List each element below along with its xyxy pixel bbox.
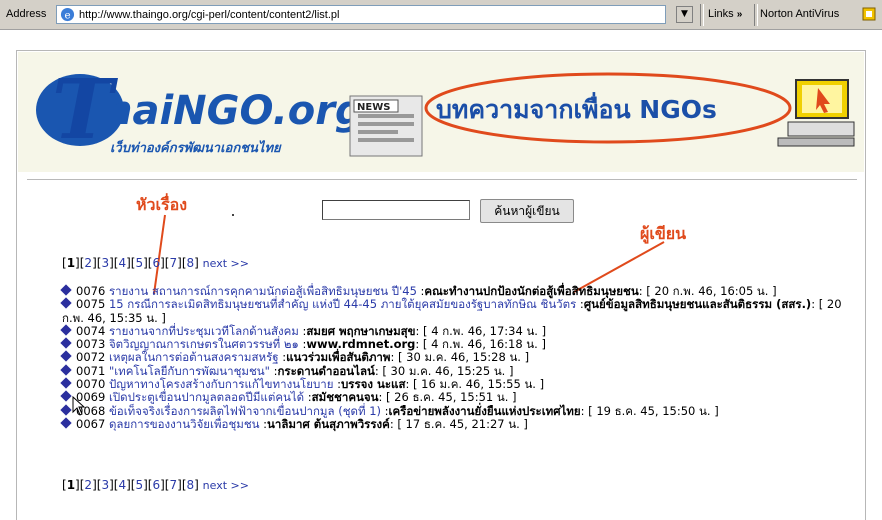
address-label: Address [6, 8, 47, 20]
article-date: 4 ก.พ. 46, 17:34 น. [431, 323, 538, 338]
list-item: 0069 เปิดประตูเขื่อนปากมูลตลอดปีมีแต่คนไ… [60, 390, 852, 405]
pager-link-4[interactable]: 4 [118, 256, 126, 270]
article-author: คณะทำงานปกป้องนักต่อสู้เพื่อสิทธิมนุษยชน [424, 284, 639, 298]
annotation-title-label: หัวเรื่อง [136, 195, 188, 214]
pager-link-7[interactable]: 7 [170, 256, 178, 270]
pager-link-8[interactable]: 8 [187, 256, 195, 270]
pager-link-5[interactable]: 5 [135, 478, 143, 492]
article-author: สมัชชาคนจน [311, 390, 379, 405]
article-date: 30 ม.ค. 46, 15:28 น. [406, 350, 521, 365]
pager-link-6[interactable]: 6 [152, 478, 160, 492]
bullet-diamond-icon [60, 297, 72, 309]
pager-current-page: 1 [66, 256, 76, 270]
article-title-link[interactable]: 15 กรณีการละเมิดสิทธิมนุษยชนที่สำคัญ แห่… [109, 297, 576, 311]
article-author: นาลิมาศ ต้นสุภาพวิรรงค์ [267, 416, 390, 431]
pager-link-4[interactable]: 4 [118, 478, 126, 492]
article-title-link[interactable]: รายงาน สถานการณ์การคุกคามนักต่อสู้เพื่อส… [109, 284, 417, 298]
pager-link-3[interactable]: 3 [101, 478, 109, 492]
pager-link-6[interactable]: 6 [152, 256, 160, 270]
author-search-input[interactable] [322, 200, 470, 220]
list-item: 0067 ดุลยการของงานวิจัยเพื่อชุมชน :นาลิม… [60, 416, 852, 431]
article-date: 26 ธ.ค. 45, 15:51 น. [394, 390, 509, 405]
ie-page-icon: e [60, 7, 75, 21]
links-label: Links [708, 8, 734, 20]
article-author: เครือข่ายพลังงานยั่งยืนแห่งประเทศไทย [388, 403, 581, 418]
article-title-link[interactable]: เปิดประตูเขื่อนปากมูลตลอดปีมีแต่คนได้ [109, 390, 304, 404]
address-input[interactable]: e http://www.thaingo.org/cgi-perl/conten… [56, 5, 666, 24]
bullet-diamond-icon [60, 364, 72, 376]
address-url: http://www.thaingo.org/cgi-perl/content/… [79, 9, 340, 21]
article-author: บรรจง นะแส [341, 377, 406, 392]
article-author: แนวร่วมเพื่อสันติภาพ [286, 350, 391, 365]
bullet-diamond-icon [60, 417, 72, 429]
bullet-diamond-icon [60, 350, 72, 363]
bullet-diamond-icon [60, 404, 72, 416]
list-item: 0072 เหตุผลในการต่อต้านสงครามสหรัฐ :แนวร… [60, 350, 852, 365]
article-date: 30 ม.ค. 46, 15:25 น. [390, 363, 506, 378]
pager-top: [1][2][3][4][5][6][7][8] next >> [62, 256, 249, 270]
article-author: สมยศ พฤกษาเกษมสุข [306, 323, 416, 338]
logo-subtitle: เว็บท่าองค์กรพัฒนาเอกชนไทย [110, 139, 282, 156]
bullet-diamond-icon [60, 284, 72, 296]
article-date: 19 ธ.ค. 45, 15:50 น. [596, 403, 711, 418]
list-item: 0075 15 กรณีการละเมิดสิทธิมนุษยชนที่สำคั… [60, 297, 842, 325]
address-dropdown-button[interactable]: ▼ [676, 6, 693, 23]
logo-text: haiNGO.org [104, 88, 364, 134]
pager-link-8[interactable]: 8 [187, 478, 195, 492]
newspaper-icon: NEWS [349, 95, 423, 157]
norton-icon[interactable] [862, 6, 876, 22]
article-date: 17 ธ.ค. 45, 21:27 น. [405, 416, 520, 431]
bullet-diamond-icon [60, 324, 72, 336]
pager-link-5[interactable]: 5 [135, 256, 143, 270]
pager-link-2[interactable]: 2 [84, 478, 92, 492]
banner-divider [27, 179, 857, 180]
links-chevron-icon: » [736, 9, 743, 20]
article-title-link[interactable]: ข้อเท็จจริงเรื่องการผลิตไฟฟ้าจากเขื่อนปา… [109, 404, 381, 418]
norton-antivirus-button[interactable]: Norton AntiVirus [760, 8, 839, 20]
list-item: 0068 ข้อเท็จจริงเรื่องการผลิตไฟฟ้าจากเขื… [60, 403, 852, 418]
toolbar-separator [754, 4, 758, 26]
bullet-diamond-icon [60, 390, 72, 403]
author-search-button[interactable]: ค้นหาผู้เขียน [480, 199, 574, 223]
pager-next-link[interactable]: next >> [203, 479, 249, 492]
svg-text:NEWS: NEWS [357, 102, 390, 113]
article-title-link[interactable]: เหตุผลในการต่อต้านสงครามสหรัฐ [109, 350, 279, 364]
pager-next-link[interactable]: next >> [203, 257, 249, 270]
pager-link-7[interactable]: 7 [170, 478, 178, 492]
svg-text:e: e [64, 9, 70, 21]
article-date: 16 ม.ค. 46, 15:55 น. [421, 377, 536, 392]
banner-heading: บทความจากเพื่อน NGOs [436, 92, 717, 124]
mouse-cursor-icon [72, 396, 86, 416]
pager-bottom: [1][2][3][4][5][6][7][8] next >> [62, 478, 249, 492]
article-date: 20 ก.พ. 46, 16:05 น. [654, 284, 769, 298]
pager-current-page: 1 [66, 478, 76, 492]
site-logo-banner: T haiNGO.org เว็บท่าองค์กรพัฒนาเอกชนไทย … [36, 62, 855, 158]
article-title-link[interactable]: ปัญหาทางโครงสร้างกับการแก้ไขทางนโยบาย [109, 377, 334, 391]
bullet-diamond-icon [60, 337, 72, 349]
pager-link-2[interactable]: 2 [84, 256, 92, 270]
bullet-diamond-icon [60, 377, 72, 389]
site-banner: T haiNGO.org เว็บท่าองค์กรพัฒนาเอกชนไทย … [18, 52, 864, 172]
article-title-link[interactable]: ดุลยการของงานวิจัยเพื่อชุมชน [109, 417, 260, 431]
article-author: กระดานดำออนไลน์ [277, 363, 375, 378]
article-list: 0076 รายงาน สถานการณ์การคุกคามนักต่อสู้เ… [60, 284, 852, 431]
article-title-link[interactable]: รายงานจากที่ประชุมเวทีโลกด้านสังคม [109, 324, 299, 338]
links-toolbar-button[interactable]: Links » [708, 8, 742, 20]
toolbar-separator [700, 4, 704, 26]
article-title-link[interactable]: "เทคโนโลยีกับการพัฒนาชุมชน" [109, 364, 270, 378]
list-item: 0071 "เทคโนโลยีกับการพัฒนาชุมชน" :กระดาน… [60, 363, 852, 378]
browser-address-bar: Address e http://www.thaingo.org/cgi-per… [0, 0, 882, 30]
annotation-author-label: ผู้เขียน [640, 224, 687, 243]
article-author: ศูนย์ข้อมูลสิทธิมนุษยชนและสันติธรรม (สสร… [583, 297, 812, 312]
pager-link-3[interactable]: 3 [101, 256, 109, 270]
